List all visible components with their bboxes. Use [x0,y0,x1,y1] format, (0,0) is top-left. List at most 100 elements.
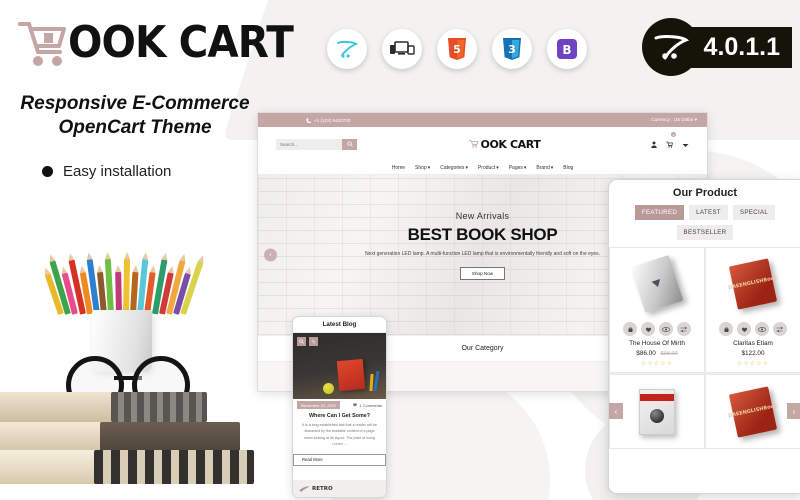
topbar-currency[interactable]: Currency : US Dollar ▾ [651,117,697,123]
shop-now-button[interactable]: Shop Now [459,266,506,280]
hero-content: New Arrivals BEST BOOK SHOP Next generat… [258,211,707,280]
promo-banner: OOK CART Responsive E-Commerce OpenCart … [0,0,800,500]
heart-icon[interactable] [641,322,655,336]
nav-label: Pages [508,164,523,171]
comment-icon [353,403,358,407]
badge-bootstrap: B [547,29,587,69]
bullet-dot-icon [42,166,53,177]
english-book-art: DAE ENGLISH Book [728,385,778,438]
nav-item-brand[interactable]: Brand ▾ [536,165,553,171]
badge-html5: 5 [437,29,477,69]
phone-icon [306,118,311,123]
blog-meta: November 22, 2022 1 Comments [293,399,386,411]
search-icon[interactable] [297,337,306,346]
hero-prev-button[interactable]: ‹ [264,248,277,262]
blog-preview: Latest Blog November 22, 2022 1 Comments [292,316,387,498]
product-prev-button[interactable]: ‹ [609,403,623,419]
desktop-nav: Home Shop ▾ Categories ▾ Product ▾ Pages ▾ B… [258,161,707,175]
red-book-art [336,358,366,392]
eye-icon[interactable] [755,322,769,336]
eye-icon[interactable] [659,322,673,336]
nav-label: Product [477,164,496,171]
badge-css3: 3 [492,29,532,69]
product-actions [610,322,704,336]
blog-comment-count: 1 Comments [359,402,382,408]
cart-icon[interactable]: 0 [666,132,676,153]
shopping-cart-icon [14,16,72,70]
english-book-art: DAE ENGLISH Book [728,258,778,310]
desktop-topbar: +1 (123) 8420733 Currency : US Dollar ▾ [258,113,707,127]
tagline-line-1: Responsive E-Commerce [20,93,250,114]
product-rating: ☆☆☆☆☆ [737,361,769,367]
nav-item-shop[interactable]: Shop ▾ [415,165,430,171]
search-input[interactable] [276,138,342,150]
book-title-art [639,388,675,435]
search-icon[interactable] [342,138,357,150]
topbar-phone-number: +1 (123) 8420733 [314,117,351,123]
product-card[interactable] [609,374,705,449]
css3-icon: 3 [503,38,521,60]
nav-label: Categories [440,164,465,171]
book-spine [100,422,240,452]
chevron-down-icon[interactable] [682,135,689,153]
cart-icon[interactable] [623,322,637,336]
product-next-button[interactable]: › [787,403,800,419]
responsive-devices-icon [390,41,415,55]
product-panel-title: Our Product [672,187,738,199]
chevron-down-icon: ▾ [550,164,554,171]
nav-item-product[interactable]: Product ▾ [478,165,499,171]
version-badge: 4.0.1.1 [641,18,792,76]
product-name: Claritas Etiam [733,340,773,347]
product-card[interactable]: DAE ENGLISH Book [705,247,800,373]
blog-date: November 22, 2022 [297,401,341,409]
svg-text:B: B [562,43,571,57]
product-thumbnail: DAE ENGLISH Book [706,248,800,320]
heart-icon[interactable] [737,322,751,336]
book-art-line-2: ENGLISH [738,405,765,417]
html5-icon: 5 [448,38,466,60]
pencil [105,258,115,315]
blue-pencil-art [373,370,380,392]
nav-item-blog[interactable]: Blog [563,165,573,171]
desktop-logo[interactable]: OOK CART [468,138,541,151]
compare-icon[interactable] [773,322,787,336]
hero-description: Next generation LED lamp. A multi-functi… [364,251,601,257]
blog-image-tools [297,337,318,346]
user-icon[interactable] [651,135,657,153]
nav-item-home[interactable]: Home [392,165,405,171]
product-price-current: $86.00 [636,350,656,357]
blog-post-title[interactable]: Where Can I Get Some? [293,413,386,419]
tagline: Responsive E-Commerce OpenCart Theme [10,92,260,140]
retro-logo-text: RETRO [312,485,333,492]
shopping-cart-icon [468,140,479,148]
book-stack [0,384,260,500]
feature-bullet-label: Easy installation [63,163,172,180]
compare-icon[interactable] [677,322,691,336]
books-photo [0,180,258,500]
read-more-button[interactable]: Read More [293,453,386,466]
book-3 [0,450,254,484]
product-price-old: $98.00 [660,351,678,357]
product-card[interactable]: DAE ENGLISH Book [705,374,800,449]
tagline-line-2: OpenCart Theme [58,116,212,138]
brand-logo: OOK CART [14,16,312,70]
book-band [640,393,674,401]
desktop-header-icons: 0 [651,132,689,153]
desktop-logo-text: OOK CART [480,137,541,151]
book-art-line-3: Book [762,275,778,284]
cart-icon[interactable] [719,322,733,336]
feature-bullet: Easy installation [42,163,171,180]
nav-item-pages[interactable]: Pages ▾ [509,165,527,171]
nav-label: Home [391,164,406,171]
chevron-down-icon: ▾ [523,164,527,171]
search-bar[interactable] [276,138,357,150]
link-icon[interactable] [309,337,318,346]
book-art-line-3: Book [762,402,778,412]
product-actions [706,322,800,336]
topbar-phone: +1 (123) 8420733 [268,118,350,123]
blog-image [293,333,386,399]
blog-footer: RETRO [293,480,386,497]
nav-item-categories[interactable]: Categories ▾ [440,165,468,171]
tab-special[interactable]: SPECIAL [732,205,776,220]
pencil [122,258,130,315]
